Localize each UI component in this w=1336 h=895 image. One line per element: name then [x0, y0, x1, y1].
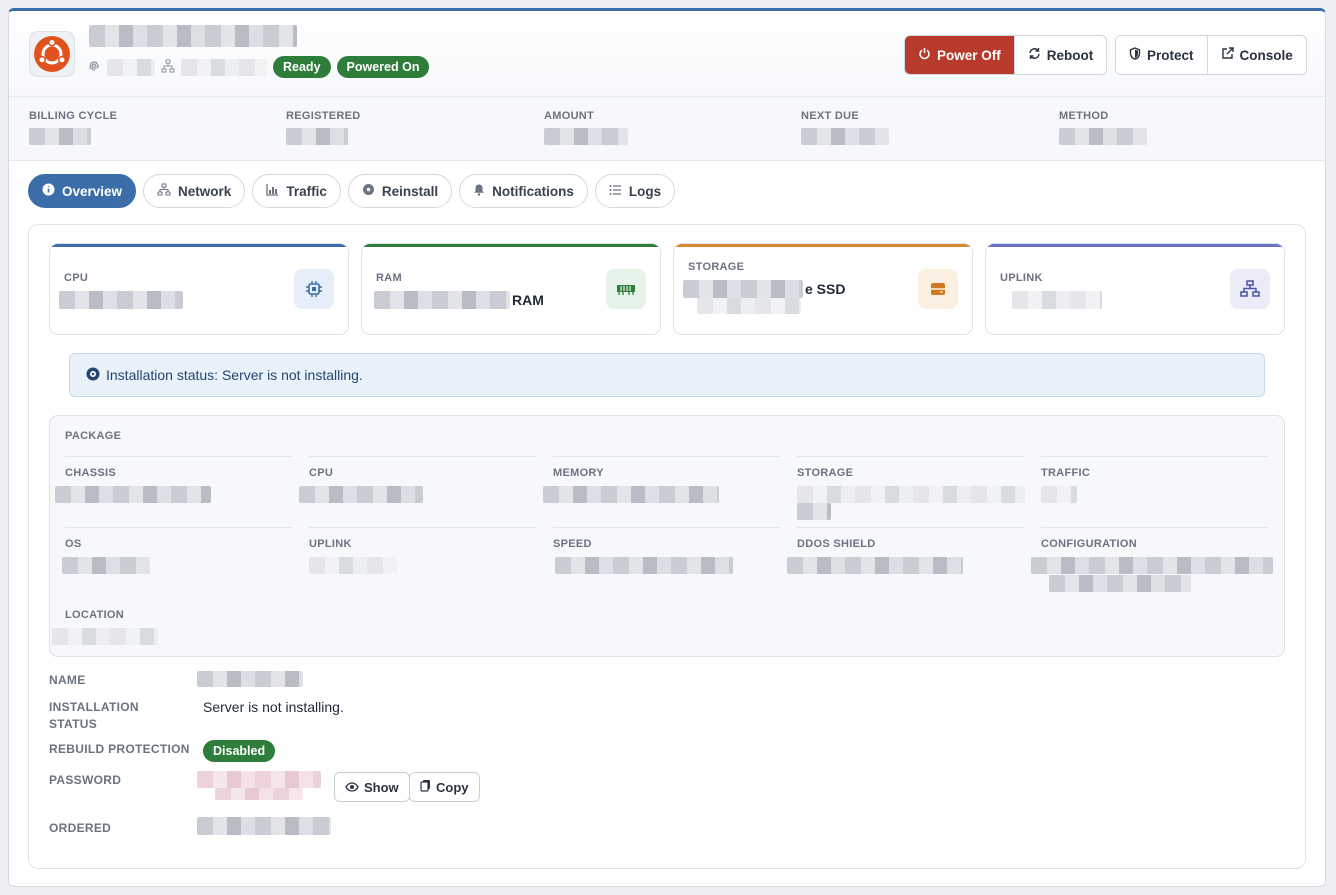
package-traffic: TRAFFIC: [1041, 456, 1269, 528]
tab-logs[interactable]: Logs: [594, 174, 676, 208]
installation-status-label: INSTALLATION STATUS: [49, 700, 139, 731]
cpu-model: [59, 291, 183, 309]
package-title: PACKAGE: [65, 430, 122, 442]
server-id: [107, 58, 155, 76]
fingerprint-icon: [87, 59, 101, 76]
package-cpu: CPU: [299, 456, 537, 528]
ordered-label: ORDERED: [49, 821, 112, 835]
network-icon: [157, 183, 171, 199]
shield-icon: [1129, 47, 1141, 63]
server-subline: Ready Powered On: [87, 56, 430, 78]
package-memory: MEMORY: [543, 456, 781, 528]
package-panel: PACKAGE CHASSIS CPU MEMORY STORAGE TRAFF…: [49, 415, 1285, 657]
server-panel: Ready Powered On Power Off Reboot Protec…: [8, 8, 1326, 887]
package-chassis: CHASSIS: [55, 456, 293, 528]
amount: AMOUNT: [544, 110, 628, 148]
ram-unit: RAM: [512, 292, 544, 308]
ubuntu-logo-icon: [29, 31, 75, 77]
disc-icon: [86, 367, 100, 384]
server-ip: [181, 58, 267, 76]
copy-icon: [420, 779, 431, 795]
power-actions: Power Off Reboot: [904, 35, 1108, 75]
security-actions: Protect Console: [1115, 35, 1307, 75]
list-icon: [609, 184, 622, 199]
eye-icon: [345, 780, 359, 795]
tab-overview[interactable]: Overview: [28, 174, 137, 208]
power-icon: [918, 47, 931, 63]
package-configuration: CONFIGURATION: [1031, 527, 1273, 599]
status-badge-power: Powered On: [336, 56, 430, 78]
rebuild-protection-label: REBUILD PROTECTION: [49, 742, 190, 756]
server-header: Ready Powered On Power Off Reboot Protec…: [9, 11, 1325, 97]
copy-password-button[interactable]: Copy: [409, 772, 480, 802]
package-location: LOCATION: [52, 599, 293, 671]
billing-cycle: BILLING CYCLE: [29, 110, 117, 148]
external-link-icon: [1221, 47, 1234, 63]
reboot-button[interactable]: Reboot: [1013, 36, 1107, 74]
protect-button[interactable]: Protect: [1116, 36, 1207, 74]
bell-icon: [473, 183, 485, 199]
network-icon: [161, 59, 175, 76]
package-storage: STORAGE: [797, 456, 1025, 528]
storage-type: e SSD: [805, 281, 846, 297]
status-badge-ready: Ready: [273, 56, 331, 78]
name-label: NAME: [49, 673, 86, 687]
next-due-date: NEXT DUE: [801, 110, 889, 148]
package-uplink: UPLINK: [309, 527, 537, 599]
password-value: [197, 771, 321, 788]
cpu-stat-card: CPU: [49, 243, 349, 335]
tab-notifications[interactable]: Notifications: [459, 174, 588, 208]
info-icon: [42, 183, 55, 199]
tab-network[interactable]: Network: [143, 174, 246, 208]
package-os: OS: [62, 527, 293, 599]
chart-icon: [266, 183, 279, 199]
overview-card: CPU RAM RAM STORAGE e SSD UPLINK Install…: [28, 224, 1306, 869]
uplink-speed: [1012, 291, 1102, 309]
billing-summary: BILLING CYCLE REGISTERED AMOUNT NEXT DUE…: [9, 97, 1325, 161]
power-off-button[interactable]: Power Off: [905, 36, 1014, 74]
ram-stat-card: RAM RAM: [361, 243, 661, 335]
storage-stat-card: STORAGE e SSD: [673, 243, 973, 335]
tab-reinstall[interactable]: Reinstall: [347, 174, 453, 208]
console-button[interactable]: Console: [1206, 36, 1306, 74]
ordered-date-value: [197, 817, 331, 835]
installation-status-alert: Installation status: Server is not insta…: [69, 353, 1265, 397]
disc-icon: [362, 183, 375, 199]
refresh-icon: [1028, 47, 1041, 63]
storage-size: [683, 280, 803, 298]
network-icon: [1230, 269, 1270, 309]
server-tabs: Overview Network Traffic Reinstall Notif…: [28, 174, 676, 208]
show-password-button[interactable]: Show: [334, 772, 410, 802]
ram-size: [374, 291, 510, 309]
server-hostname: [89, 25, 297, 47]
password-label: PASSWORD: [49, 773, 122, 787]
memory-icon: [606, 269, 646, 309]
hard-drive-icon: [918, 269, 958, 309]
uplink-stat-card: UPLINK: [985, 243, 1285, 335]
payment-method: METHOD: [1059, 110, 1147, 148]
server-name-value: [197, 671, 303, 687]
package-ddos-shield: DDOS SHIELD: [787, 527, 1025, 599]
tab-traffic[interactable]: Traffic: [252, 174, 341, 208]
chip-icon: [294, 269, 334, 309]
registered-date: REGISTERED: [286, 110, 361, 148]
installation-status-value: Server is not installing.: [203, 699, 344, 715]
package-speed: SPEED: [553, 527, 781, 599]
rebuild-protection-badge: Disabled: [203, 740, 276, 762]
